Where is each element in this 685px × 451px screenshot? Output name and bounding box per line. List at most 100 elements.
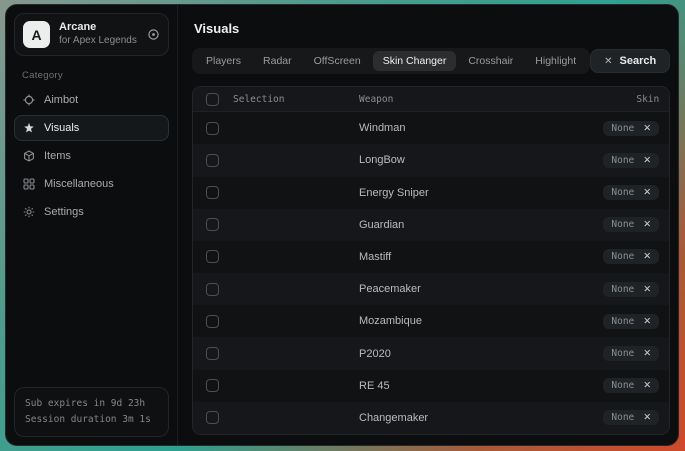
clear-skin-icon[interactable]: ✕ bbox=[643, 187, 651, 198]
clear-skin-icon[interactable]: ✕ bbox=[643, 284, 651, 295]
tab-group: PlayersRadarOffScreenSkin ChangerCrossha… bbox=[192, 48, 590, 74]
skin-select[interactable]: None ✕ bbox=[603, 314, 659, 329]
sidebar-item-label: Aimbot bbox=[44, 94, 78, 106]
skin-select[interactable]: None ✕ bbox=[603, 410, 659, 425]
row-checkbox[interactable] bbox=[206, 347, 219, 360]
row-checkbox[interactable] bbox=[206, 218, 219, 231]
skin-value: None bbox=[611, 219, 634, 230]
weapon-name: Changemaker bbox=[359, 412, 428, 424]
skin-value: None bbox=[611, 123, 634, 134]
subscription-status-card: Sub expires in 9d 23h Session duration 3… bbox=[14, 387, 169, 437]
table-row: P2020 None ✕ bbox=[193, 337, 669, 369]
sidebar-item-settings[interactable]: Settings bbox=[14, 199, 169, 225]
clear-skin-icon[interactable]: ✕ bbox=[643, 380, 651, 391]
gear-icon bbox=[23, 206, 35, 218]
sub-expiry-text: Sub expires in 9d 23h bbox=[25, 396, 158, 412]
tab-offscreen[interactable]: OffScreen bbox=[304, 51, 371, 71]
sidebar-item-label: Settings bbox=[44, 206, 84, 218]
sparkle-icon bbox=[23, 122, 35, 134]
skin-value: None bbox=[611, 412, 634, 423]
skin-value: None bbox=[611, 187, 634, 198]
skin-value: None bbox=[611, 316, 634, 327]
clear-skin-icon[interactable]: ✕ bbox=[643, 123, 651, 134]
skin-changer-table: Selection Weapon Skin WindmanNone✕LongBo… bbox=[192, 86, 670, 435]
clear-skin-icon[interactable]: ✕ bbox=[643, 155, 651, 166]
page-title: Visuals bbox=[194, 21, 670, 36]
tab-players[interactable]: Players bbox=[196, 51, 251, 71]
sidebar-item-items[interactable]: Items bbox=[14, 143, 169, 169]
box-icon bbox=[23, 150, 35, 162]
table-row: Energy SniperNone✕ bbox=[193, 177, 669, 209]
table-row: MozambiqueNone✕ bbox=[193, 305, 669, 337]
sidebar-item-label: Visuals bbox=[44, 122, 79, 134]
clear-skin-icon[interactable]: ✕ bbox=[643, 219, 651, 230]
sidebar-nav: Aimbot Visuals Items Miscellaneous Settings bbox=[14, 87, 169, 227]
tab-radar[interactable]: Radar bbox=[253, 51, 302, 71]
main-content: Visuals PlayersRadarOffScreenSkin Change… bbox=[178, 5, 679, 445]
table-row: Changemaker None ✕ bbox=[193, 402, 669, 434]
row-checkbox[interactable] bbox=[206, 122, 219, 135]
clear-skin-icon[interactable]: ✕ bbox=[643, 316, 651, 327]
weapon-name: Mastiff bbox=[359, 251, 391, 263]
table-row: LongBow None ✕ bbox=[193, 144, 669, 176]
row-checkbox[interactable] bbox=[206, 186, 219, 199]
weapon-name: LongBow bbox=[359, 154, 405, 166]
clear-skin-icon[interactable]: ✕ bbox=[643, 251, 651, 262]
skin-select[interactable]: None ✕ bbox=[603, 282, 659, 297]
row-checkbox[interactable] bbox=[206, 315, 219, 328]
category-label: Category bbox=[22, 70, 169, 81]
table-row: Mastiff None ✕ bbox=[193, 241, 669, 273]
crosshair-icon bbox=[23, 94, 35, 106]
weapon-name: Windman bbox=[359, 122, 405, 134]
row-checkbox[interactable] bbox=[206, 154, 219, 167]
desktop-background: A Arcane for Apex Legends Category Aimbo… bbox=[0, 0, 685, 451]
app-window: A Arcane for Apex Legends Category Aimbo… bbox=[5, 4, 679, 446]
session-duration-text: Session duration 3m 1s bbox=[25, 412, 158, 428]
row-checkbox[interactable] bbox=[206, 283, 219, 296]
tab-skin-changer[interactable]: Skin Changer bbox=[373, 51, 457, 71]
skin-value: None bbox=[611, 348, 634, 359]
row-checkbox[interactable] bbox=[206, 411, 219, 424]
scope-icon[interactable] bbox=[147, 28, 160, 41]
skin-select[interactable]: None ✕ bbox=[603, 249, 659, 264]
skin-select[interactable]: None ✕ bbox=[603, 217, 659, 232]
weapon-name: RE 45 bbox=[359, 380, 390, 392]
search-button[interactable]: ✕ Search bbox=[590, 49, 670, 73]
app-title: Arcane bbox=[59, 21, 138, 35]
skin-select[interactable]: None ✕ bbox=[603, 346, 659, 361]
table-header-row: Selection Weapon Skin bbox=[193, 87, 669, 112]
skin-select[interactable]: None ✕ bbox=[603, 121, 659, 136]
skin-select[interactable]: None ✕ bbox=[603, 153, 659, 168]
app-subtitle: for Apex Legends bbox=[59, 35, 138, 48]
skin-value: None bbox=[611, 284, 634, 295]
tab-crosshair[interactable]: Crosshair bbox=[458, 51, 523, 71]
tab-highlight[interactable]: Highlight bbox=[525, 51, 586, 71]
skin-select[interactable]: None ✕ bbox=[603, 378, 659, 393]
sidebar-item-aimbot[interactable]: Aimbot bbox=[14, 87, 169, 113]
skin-value: None bbox=[611, 251, 634, 262]
table-row: RE 45 None ✕ bbox=[193, 370, 669, 402]
selection-column-header: Selection bbox=[233, 94, 359, 105]
sidebar: A Arcane for Apex Legends Category Aimbo… bbox=[6, 5, 178, 445]
skin-value: None bbox=[611, 155, 634, 166]
table-row: Windman None ✕ bbox=[193, 112, 669, 144]
sidebar-item-label: Items bbox=[44, 150, 71, 162]
weapon-column-header: Weapon bbox=[359, 94, 585, 105]
clear-skin-icon[interactable]: ✕ bbox=[643, 348, 651, 359]
table-row: PeacemakerNone✕ bbox=[193, 273, 669, 305]
skin-select[interactable]: None ✕ bbox=[603, 185, 659, 200]
app-logo: A bbox=[23, 21, 50, 48]
select-all-checkbox[interactable] bbox=[206, 93, 219, 106]
row-checkbox[interactable] bbox=[206, 250, 219, 263]
clear-skin-icon[interactable]: ✕ bbox=[643, 412, 651, 423]
sidebar-item-miscellaneous[interactable]: Miscellaneous bbox=[14, 171, 169, 197]
app-header-card: A Arcane for Apex Legends bbox=[14, 13, 169, 56]
skin-value: None bbox=[611, 380, 634, 391]
table-body: WindmanNone✕LongBowNone✕Energy SniperNon… bbox=[193, 112, 669, 434]
sidebar-item-visuals[interactable]: Visuals bbox=[14, 115, 169, 141]
grid-icon bbox=[23, 178, 35, 190]
search-icon: ✕ bbox=[604, 56, 612, 67]
skin-column-header: Skin bbox=[585, 94, 659, 105]
row-checkbox[interactable] bbox=[206, 379, 219, 392]
weapon-name: P2020 bbox=[359, 348, 391, 360]
